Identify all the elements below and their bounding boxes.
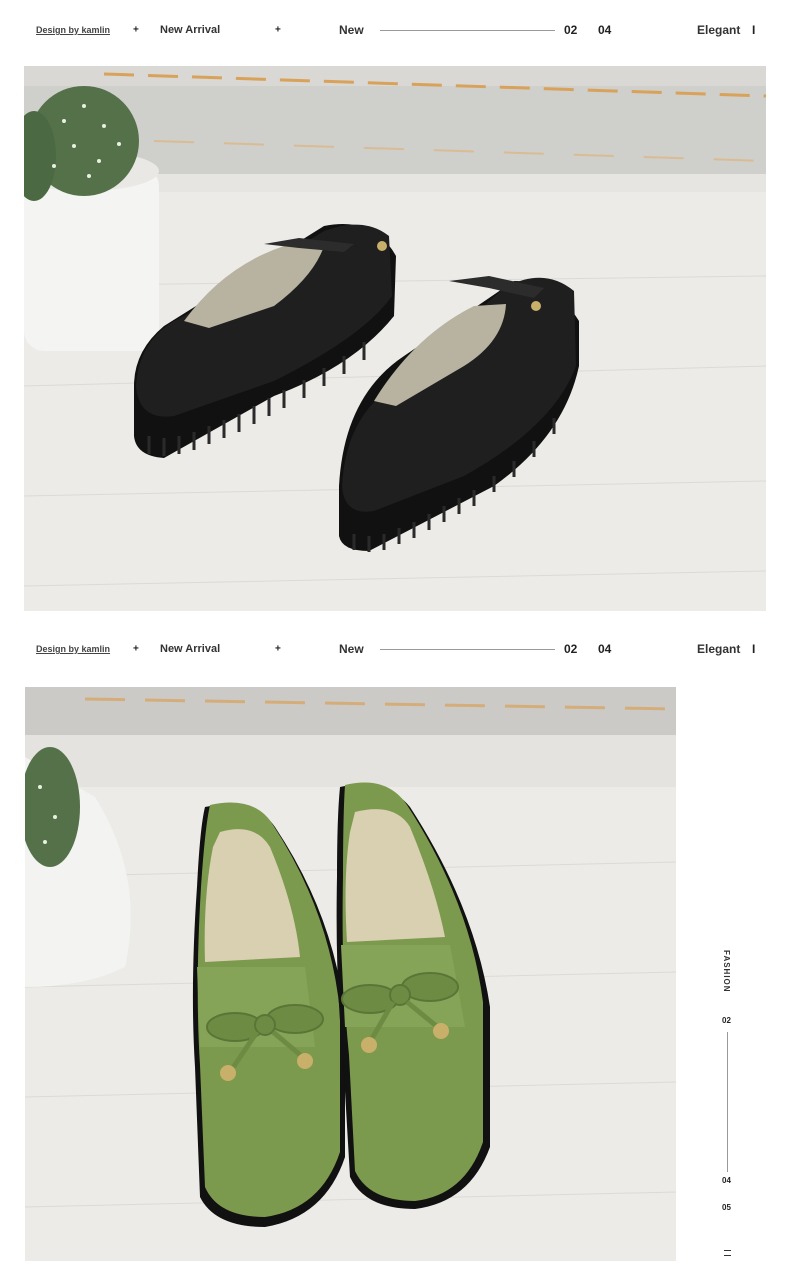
- vertical-divider: [727, 1032, 728, 1172]
- green-loafers-photo: [25, 687, 676, 1261]
- plus-icon: +: [275, 643, 281, 655]
- design-by-label: Design by kamlin: [36, 25, 111, 35]
- menu-icon: [724, 1250, 731, 1256]
- fashion-label: FASHION: [722, 950, 731, 993]
- design-by-label: Design by kamlin: [36, 644, 111, 654]
- header-bar-middle: Design by kamlin + New Arrival + New 02 …: [0, 619, 790, 679]
- divider-line: [380, 30, 555, 31]
- new-arrival-label: New Arrival: [160, 643, 221, 655]
- divider-line: [380, 649, 555, 650]
- index-04: 04: [722, 1176, 731, 1185]
- elegant-label: Elegant: [697, 23, 741, 37]
- plus-icon: +: [133, 643, 139, 655]
- bar-mark: I: [752, 23, 756, 37]
- index-05: 05: [722, 1203, 731, 1212]
- number-02: 02: [564, 23, 578, 37]
- black-loafers-photo: [24, 66, 766, 611]
- index-02: 02: [722, 1016, 731, 1025]
- side-index: FASHION 02 04 05: [708, 940, 748, 1270]
- bar-mark: I: [752, 642, 756, 656]
- plus-icon: +: [133, 24, 139, 36]
- plus-icon: +: [275, 24, 281, 36]
- number-04: 04: [598, 23, 612, 37]
- number-04: 04: [598, 642, 612, 656]
- number-02: 02: [564, 642, 578, 656]
- new-label: New: [339, 642, 364, 656]
- header-bar-top: Design by kamlin + New Arrival + New 02 …: [0, 0, 790, 60]
- elegant-label: Elegant: [697, 642, 741, 656]
- new-label: New: [339, 23, 364, 37]
- new-arrival-label: New Arrival: [160, 24, 221, 36]
